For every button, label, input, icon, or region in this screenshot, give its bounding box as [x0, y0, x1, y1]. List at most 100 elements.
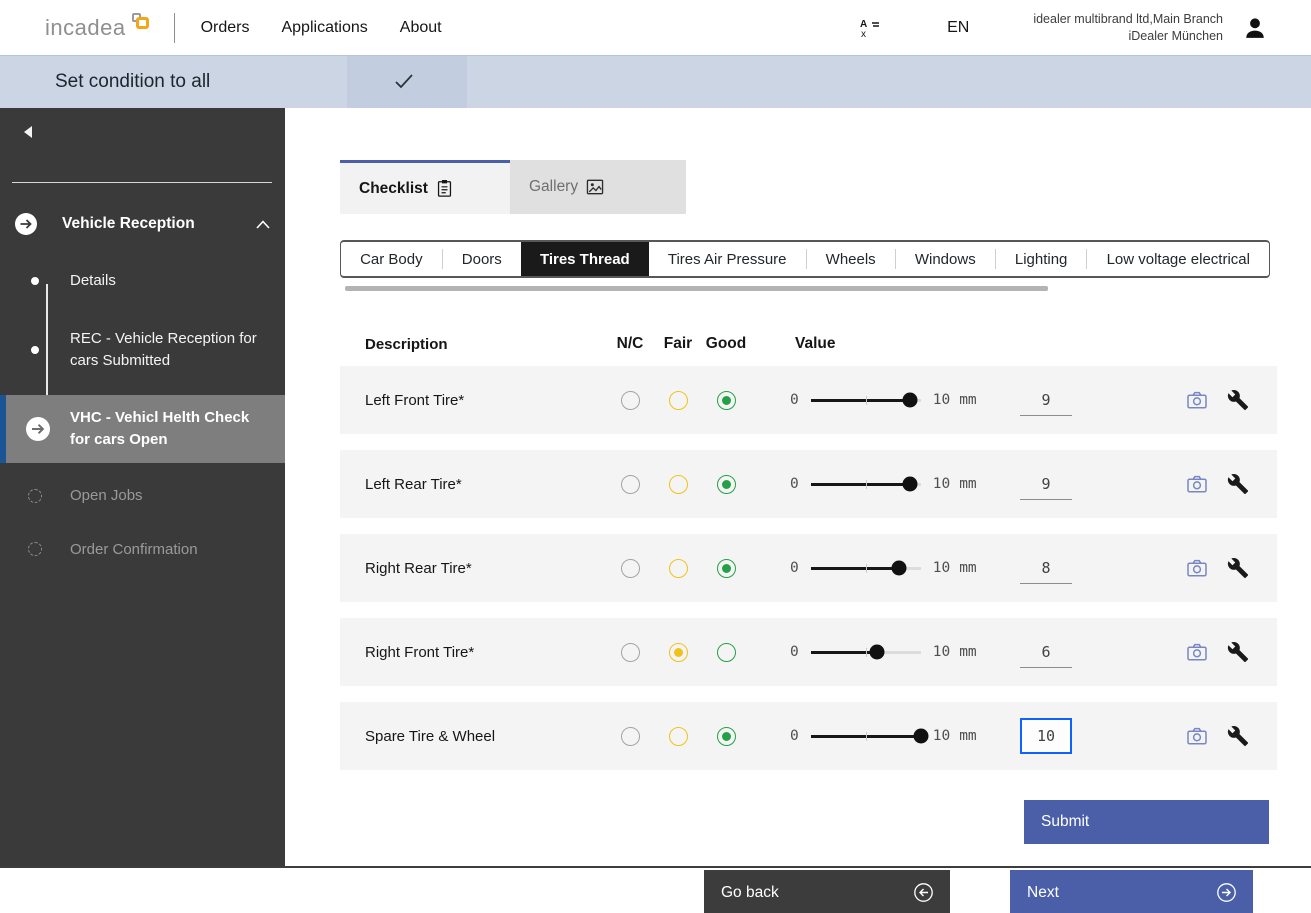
tread-depth-slider[interactable] [811, 483, 921, 486]
account-company: idealer multibrand ltd,Main Branch [1033, 11, 1223, 28]
next-button[interactable]: Next [1010, 870, 1253, 913]
sidebar-steps: Details REC - Vehicle Reception for cars… [0, 252, 285, 576]
sidebar-collapse-icon[interactable] [24, 126, 32, 138]
subtab-car-body[interactable]: Car Body [341, 242, 442, 276]
tread-depth-slider[interactable] [811, 567, 921, 570]
slider-min-label: 0 [790, 644, 799, 660]
table-row: Spare Tire & Wheel 0 10 mm 10 [340, 702, 1277, 770]
fair-radio[interactable] [669, 559, 688, 578]
nc-radio[interactable] [621, 475, 640, 494]
checklist-table: Description N/C Fair Good Value Left Fro… [340, 322, 1277, 786]
table-row: Right Front Tire* 0 10 mm 6 [340, 618, 1277, 686]
translate-icon[interactable]: A x [859, 17, 881, 39]
sidebar-section-vehicle-reception[interactable]: Vehicle Reception [0, 204, 285, 244]
tab-gallery[interactable]: Gallery [510, 160, 686, 214]
set-condition-banner: Set condition to all [0, 55, 1311, 108]
go-back-button[interactable]: Go back [704, 870, 950, 913]
wrench-icon[interactable] [1227, 473, 1249, 495]
value-input[interactable]: 10 [1020, 718, 1072, 754]
tread-depth-slider[interactable] [811, 651, 921, 654]
fair-radio[interactable] [669, 727, 688, 746]
slider-min-label: 0 [790, 476, 799, 492]
slider-thumb[interactable] [869, 645, 884, 660]
col-value: Value [750, 335, 1010, 353]
chevron-up-icon[interactable] [256, 220, 270, 229]
svg-text:x: x [861, 29, 866, 39]
wrench-icon[interactable] [1227, 725, 1249, 747]
submit-button[interactable]: Submit [1024, 800, 1269, 844]
subtab-tires-air-pressure[interactable]: Tires Air Pressure [649, 242, 806, 276]
col-nc: N/C [606, 335, 654, 353]
slider-min-label: 0 [790, 728, 799, 744]
subtab-wheels[interactable]: Wheels [807, 242, 895, 276]
value-input[interactable]: 6 [1020, 636, 1072, 668]
sidebar-step[interactable]: Open Jobs [0, 469, 285, 523]
slider-thumb[interactable] [902, 477, 917, 492]
nc-radio[interactable] [621, 727, 640, 746]
camera-icon[interactable] [1186, 389, 1208, 411]
sidebar-step[interactable]: REC - Vehicle Reception for cars Submitt… [0, 310, 285, 390]
good-radio[interactable] [717, 643, 736, 662]
categories-scrollbar[interactable] [345, 286, 1048, 291]
slider-min-label: 0 [790, 560, 799, 576]
nc-radio[interactable] [621, 391, 640, 410]
table-row: Left Front Tire* 0 10 mm 9 [340, 366, 1277, 434]
nav-link-about[interactable]: About [400, 19, 442, 37]
incadea-logo-icon [128, 13, 150, 33]
camera-icon[interactable] [1186, 725, 1208, 747]
wrench-icon[interactable] [1227, 389, 1249, 411]
tread-depth-slider[interactable] [811, 735, 921, 738]
sidebar-step[interactable]: Details [0, 252, 285, 310]
nav-divider [174, 13, 175, 43]
col-good: Good [702, 335, 750, 353]
main-content: Checklist Gallery Car BodyDoorsTires Thr… [285, 108, 1311, 866]
slider-max-label: 10 [933, 644, 950, 660]
fair-radio[interactable] [669, 391, 688, 410]
value-input[interactable]: 8 [1020, 552, 1072, 584]
camera-icon[interactable] [1186, 557, 1208, 579]
language-selector[interactable]: EN [947, 19, 969, 37]
set-condition-select[interactable] [347, 56, 467, 109]
slider-thumb[interactable] [891, 561, 906, 576]
subtab-doors[interactable]: Doors [443, 242, 521, 276]
slider-max-label: 10 [933, 728, 950, 744]
good-radio[interactable] [717, 559, 736, 578]
nav-link-orders[interactable]: Orders [201, 19, 250, 37]
nav-link-applications[interactable]: Applications [281, 19, 367, 37]
slider-min-label: 0 [790, 392, 799, 408]
account-info: idealer multibrand ltd,Main Branch iDeal… [1033, 11, 1223, 45]
good-radio[interactable] [717, 475, 736, 494]
slider-thumb[interactable] [913, 729, 928, 744]
incadea-logo[interactable]: incadea [45, 13, 150, 43]
camera-icon[interactable] [1186, 641, 1208, 663]
subtab-lighting[interactable]: Lighting [996, 242, 1087, 276]
subtab-tires-thread[interactable]: Tires Thread [521, 242, 649, 276]
camera-icon[interactable] [1186, 473, 1208, 495]
tab-checklist[interactable]: Checklist [340, 160, 510, 214]
row-description: Spare Tire & Wheel [340, 728, 606, 745]
value-input[interactable]: 9 [1020, 468, 1072, 500]
wrench-icon[interactable] [1227, 557, 1249, 579]
slider-thumb[interactable] [902, 393, 917, 408]
nc-radio[interactable] [621, 643, 640, 662]
user-avatar-icon[interactable] [1241, 14, 1269, 42]
value-input[interactable]: 9 [1020, 384, 1072, 416]
good-radio[interactable] [717, 391, 736, 410]
gallery-icon [586, 179, 604, 195]
sidebar-step[interactable]: VHC - Vehicl Helth Check for cars Open [0, 395, 285, 463]
col-description: Description [340, 336, 606, 353]
sidebar-step[interactable]: Order Confirmation [0, 523, 285, 577]
sidebar-section-label: Vehicle Reception [62, 215, 195, 233]
good-radio[interactable] [717, 727, 736, 746]
subtab-low-voltage-electrical[interactable]: Low voltage electrical [1087, 242, 1269, 276]
tread-depth-slider[interactable] [811, 399, 921, 402]
account-dealer: iDealer München [1033, 28, 1223, 45]
subtab-windows[interactable]: Windows [896, 242, 995, 276]
wrench-icon[interactable] [1227, 641, 1249, 663]
slider-max-label: 10 [933, 392, 950, 408]
row-description: Right Front Tire* [340, 644, 606, 661]
fair-radio[interactable] [669, 643, 688, 662]
fair-radio[interactable] [669, 475, 688, 494]
nc-radio[interactable] [621, 559, 640, 578]
logo-text: incadea [45, 13, 126, 43]
